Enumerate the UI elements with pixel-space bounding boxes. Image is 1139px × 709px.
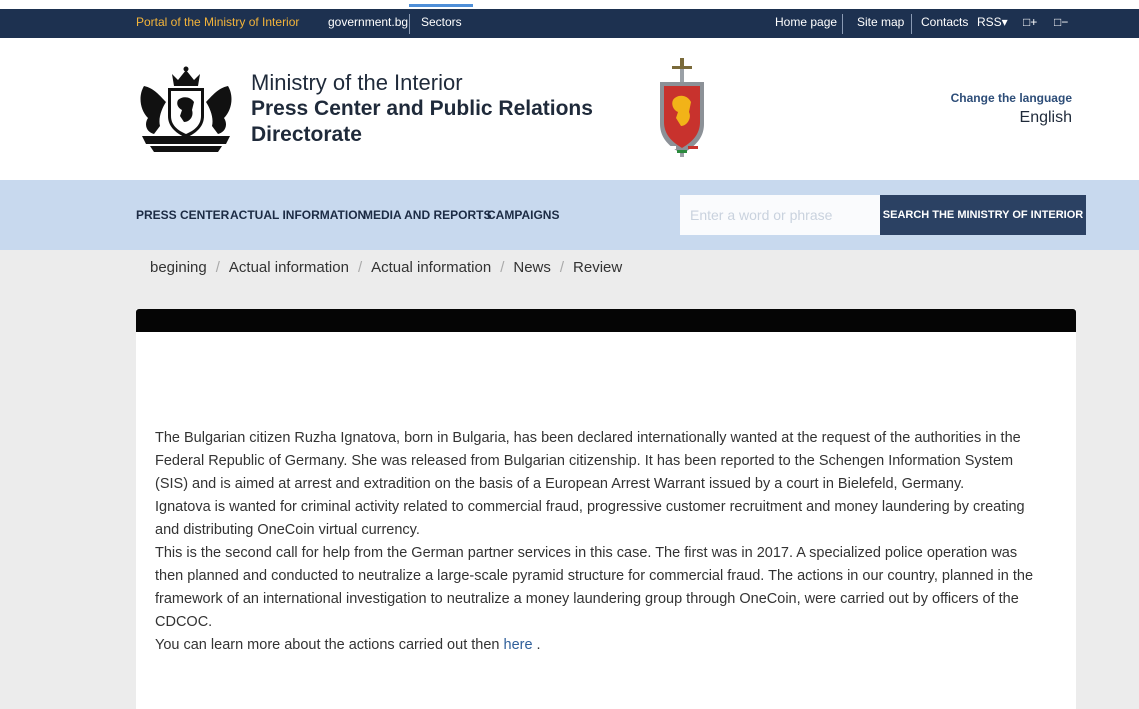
article-paragraph: This is the second call for help from th… (155, 545, 1034, 630)
home-page-link[interactable]: Home page (775, 9, 837, 36)
ministry-title: Ministry of the Interior (251, 70, 463, 95)
directorate-title-line1: Press Center and Public Relations (251, 97, 593, 120)
divider (911, 14, 912, 34)
divider (409, 14, 410, 34)
coat-of-arms-icon[interactable] (136, 66, 236, 152)
top-bar: Portal of the Ministry of Interior gover… (0, 0, 1139, 38)
rss-dropdown[interactable]: RSS▾ (977, 9, 1008, 36)
article-paragraph: The Bulgarian citizen Ruzha Ignatova, bo… (155, 430, 1021, 492)
breadcrumb-divider: / (559, 259, 565, 276)
sectors-link[interactable]: Sectors (421, 9, 462, 36)
directorate-title: Press Center and Public Relations Direct… (251, 96, 593, 148)
nav-item-campaigns[interactable]: CAMPAIGNS (487, 208, 559, 222)
breadcrumb-item-news[interactable]: News (513, 259, 551, 276)
article-text: You can learn more about the actions car… (155, 637, 504, 653)
contacts-link[interactable]: Contacts (921, 9, 968, 36)
font-decrease-button[interactable]: □− (1054, 9, 1068, 36)
ministry-emblem-icon[interactable] (656, 58, 708, 162)
breadcrumb: begining / Actual information / Actual infor… (150, 259, 622, 276)
divider (842, 14, 843, 34)
breadcrumb-divider: / (215, 259, 220, 276)
nav-item-press-center[interactable]: PRESS CENTER (136, 208, 229, 222)
active-tab-indicator (409, 4, 473, 7)
site-map-link[interactable]: Site map (857, 9, 904, 36)
breadcrumb-item-review: Review (573, 259, 623, 276)
breadcrumb-item-actual-information-2[interactable]: Actual information (371, 259, 491, 276)
language-switch-link[interactable]: English (1020, 109, 1072, 127)
article-paragraph: You can learn more about the actions car… (155, 634, 1035, 657)
article-paragraph: Ignatova is wanted for criminal activity… (155, 499, 1025, 538)
directorate-title-line2: Directorate (251, 123, 362, 146)
change-language-label: Change the language (950, 91, 1072, 105)
breadcrumb-divider: / (357, 259, 363, 276)
article-image-banner (136, 309, 1076, 332)
breadcrumb-item-home[interactable]: begining (150, 259, 207, 276)
article-text: . (532, 637, 541, 653)
search-button[interactable]: SEARCH THE MINISTRY OF INTERIOR (880, 195, 1086, 235)
font-increase-button[interactable]: □+ (1023, 9, 1037, 36)
search-input[interactable] (680, 195, 880, 235)
government-link[interactable]: government.bg (328, 9, 408, 36)
nav-item-media-and-reports[interactable]: MEDIA AND REPORTS (363, 208, 491, 222)
portal-link[interactable]: Portal of the Ministry of Interior (136, 9, 299, 36)
here-link[interactable]: here (504, 637, 533, 653)
main-navigation: PRESS CENTER ACTUAL INFORMATION MEDIA AN… (0, 180, 1139, 250)
breadcrumb-item-actual-information[interactable]: Actual information (229, 259, 349, 276)
nav-item-actual-information[interactable]: ACTUAL INFORMATION (230, 208, 366, 222)
site-header: Ministry of the Interior Press Center an… (0, 38, 1139, 180)
article-card: The Bulgarian citizen Ruzha Ignatova, bo… (136, 309, 1076, 709)
article-body: The Bulgarian citizen Ruzha Ignatova, bo… (155, 427, 1035, 657)
breadcrumb-divider: / (500, 259, 505, 276)
